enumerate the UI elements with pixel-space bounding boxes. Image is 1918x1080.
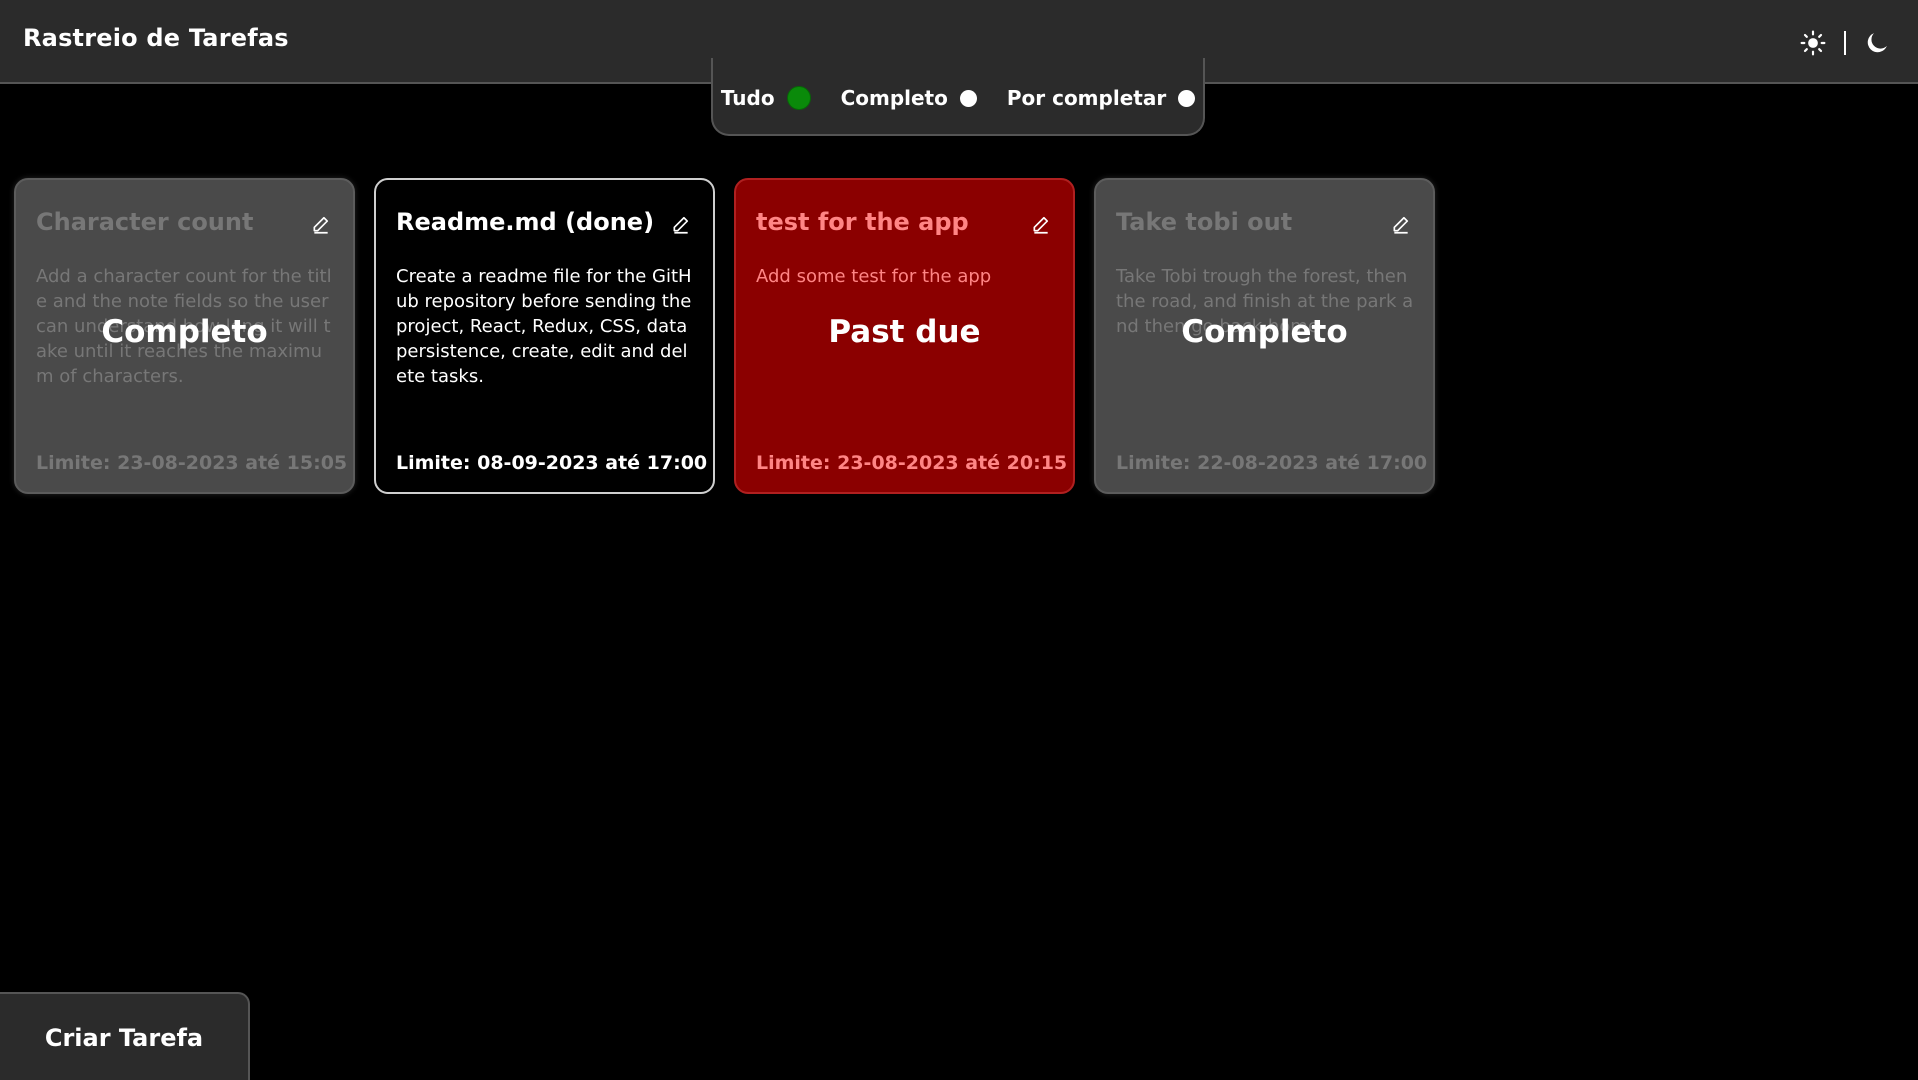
app-root: Rastreio de Tarefas Tudo Completo Por co…	[0, 0, 1918, 1080]
create-task-button[interactable]: Criar Tarefa	[0, 992, 250, 1080]
task-card[interactable]: Character count Add a character count fo…	[14, 178, 355, 494]
edit-icon[interactable]	[1391, 214, 1413, 236]
task-filter: Tudo Completo Por completar	[711, 58, 1205, 136]
task-description: Add some test for the app	[756, 266, 992, 287]
radio-selected-icon[interactable]	[786, 86, 811, 110]
filter-label: Tudo	[720, 86, 775, 110]
task-card[interactable]: Take tobi out Take Tobi trough the fores…	[1094, 178, 1435, 494]
task-deadline: Limite: 23-08-2023 até 15:05	[36, 452, 348, 474]
task-title: test for the app	[756, 208, 969, 236]
task-title: Take tobi out	[1116, 208, 1293, 236]
task-card[interactable]: Readme.md (done) Create a readme file fo…	[374, 178, 715, 494]
radio-icon[interactable]	[1178, 89, 1196, 107]
filter-complete[interactable]: Completo	[841, 86, 977, 110]
task-deadline: Limite: 08-09-2023 até 17:00	[396, 452, 708, 474]
edit-icon[interactable]	[671, 214, 693, 236]
task-description: Create a readme file for the GitHub repo…	[396, 266, 692, 387]
filter-incomplete[interactable]: Por completar	[1006, 86, 1196, 110]
task-deadline: Limite: 23-08-2023 até 20:15	[756, 452, 1068, 474]
status-badge: Past due	[828, 314, 981, 350]
task-title: Readme.md (done)	[396, 208, 655, 236]
edit-icon[interactable]	[1031, 214, 1053, 236]
task-title: Character count	[36, 208, 254, 236]
filter-all[interactable]: Tudo	[721, 86, 811, 110]
status-badge: Completo	[1181, 314, 1348, 350]
sun-icon[interactable]	[1796, 26, 1830, 60]
filter-label: Por completar	[1006, 86, 1167, 110]
theme-separator	[1844, 31, 1846, 55]
app-title: Rastreio de Tarefas	[23, 24, 289, 52]
radio-icon[interactable]	[959, 89, 977, 107]
edit-icon[interactable]	[311, 214, 333, 236]
task-list: Character count Add a character count fo…	[14, 178, 1435, 494]
task-deadline: Limite: 22-08-2023 até 17:00	[1116, 452, 1428, 474]
status-badge: Completo	[101, 314, 268, 350]
task-card[interactable]: test for the app Add some test for the a…	[734, 178, 1075, 494]
moon-icon[interactable]	[1860, 26, 1894, 60]
theme-toggle	[1796, 26, 1894, 60]
filter-label: Completo	[840, 86, 948, 110]
